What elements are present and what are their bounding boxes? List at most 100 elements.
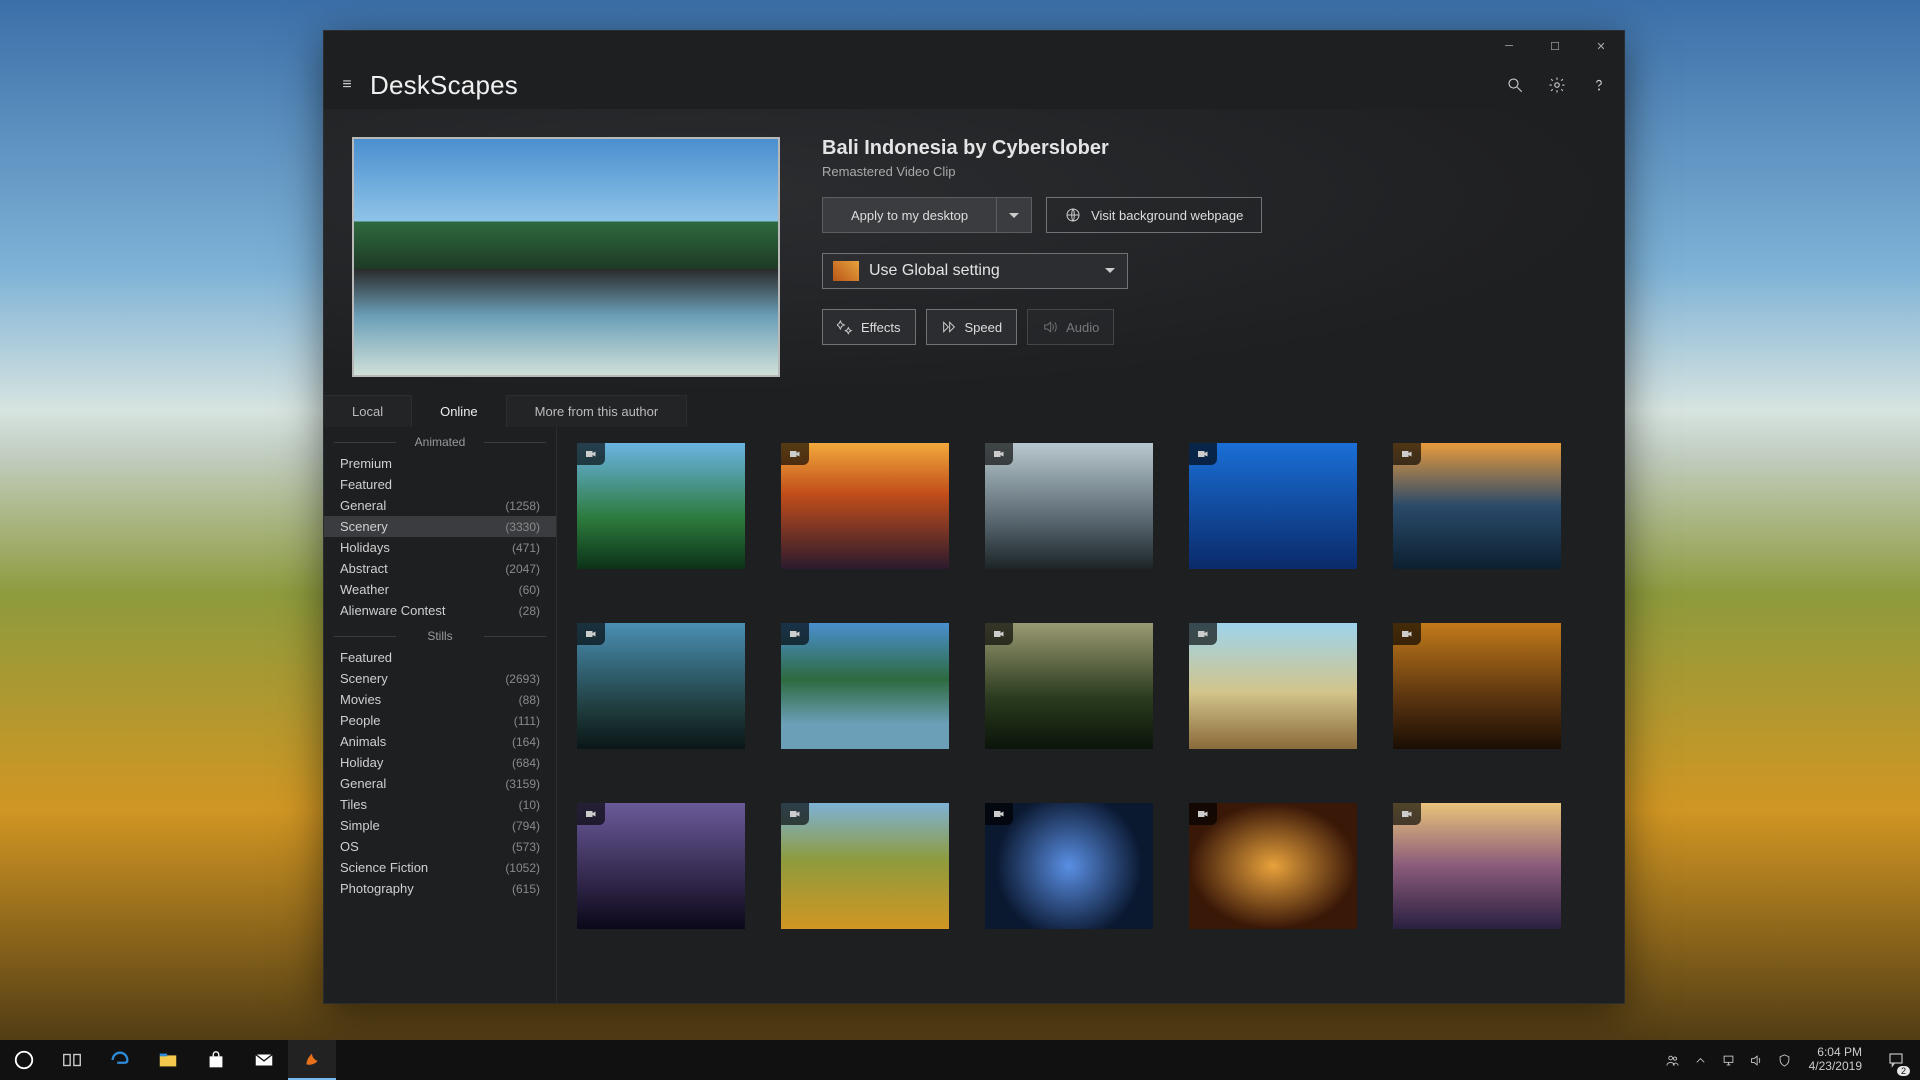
taskbar-mail[interactable] bbox=[240, 1040, 288, 1080]
effects-icon bbox=[837, 319, 853, 335]
taskbar-explorer[interactable] bbox=[144, 1040, 192, 1080]
sidebar-item[interactable]: Scenery(3330) bbox=[324, 516, 556, 537]
audio-icon bbox=[1042, 319, 1058, 335]
thumbnail[interactable] bbox=[1393, 443, 1561, 569]
sidebar-item[interactable]: Holidays(471) bbox=[324, 537, 556, 558]
app-title: DeskScapes bbox=[370, 70, 518, 101]
thumbnail[interactable] bbox=[577, 443, 745, 569]
sidebar-item-count: (3159) bbox=[505, 777, 540, 791]
sidebar-item-label: Alienware Contest bbox=[340, 603, 446, 618]
audio-label: Audio bbox=[1066, 320, 1099, 335]
sidebar-item-count: (794) bbox=[512, 819, 540, 833]
notification-badge: 2 bbox=[1897, 1066, 1910, 1076]
window-titlebar: ─ ☐ ✕ bbox=[324, 31, 1624, 61]
apply-button[interactable]: Apply to my desktop bbox=[822, 197, 996, 233]
search-icon[interactable] bbox=[1498, 68, 1532, 102]
thumbnail[interactable] bbox=[781, 803, 949, 929]
taskbar-deskscapes[interactable] bbox=[288, 1040, 336, 1080]
thumbnail[interactable] bbox=[781, 623, 949, 749]
sidebar-item[interactable]: Holiday(684) bbox=[324, 752, 556, 773]
tray-network-icon[interactable] bbox=[1717, 1040, 1741, 1080]
start-button[interactable] bbox=[0, 1040, 48, 1080]
sidebar-item-label: Scenery bbox=[340, 671, 388, 686]
sidebar-item[interactable]: Movies (88) bbox=[324, 689, 556, 710]
thumbnail[interactable] bbox=[1393, 803, 1561, 929]
sidebar-item[interactable]: Abstract(2047) bbox=[324, 558, 556, 579]
thumbnail[interactable] bbox=[985, 623, 1153, 749]
sidebar-item-count: (88) bbox=[519, 693, 540, 707]
thumbnail[interactable] bbox=[1393, 623, 1561, 749]
help-icon[interactable] bbox=[1582, 68, 1616, 102]
sidebar-item[interactable]: Featured bbox=[324, 647, 556, 668]
video-icon bbox=[781, 443, 809, 465]
video-icon bbox=[577, 443, 605, 465]
video-icon bbox=[985, 803, 1013, 825]
sidebar-item[interactable]: Featured bbox=[324, 474, 556, 495]
sidebar-item-label: Premium bbox=[340, 456, 392, 471]
thumbnail[interactable] bbox=[1189, 623, 1357, 749]
video-icon bbox=[781, 623, 809, 645]
sidebar-item-count: (10) bbox=[519, 798, 540, 812]
minimize-button[interactable]: ─ bbox=[1486, 31, 1532, 61]
thumbnail[interactable] bbox=[577, 803, 745, 929]
sidebar-item-label: Photography bbox=[340, 881, 414, 896]
effects-button[interactable]: Effects bbox=[822, 309, 916, 345]
thumbnail[interactable] bbox=[985, 443, 1153, 569]
tab-local[interactable]: Local bbox=[324, 395, 412, 427]
sidebar-item[interactable]: Scenery(2693) bbox=[324, 668, 556, 689]
visit-webpage-button[interactable]: Visit background webpage bbox=[1046, 197, 1262, 233]
menu-icon[interactable]: ≡ bbox=[332, 70, 362, 100]
sidebar-item-count: (615) bbox=[512, 882, 540, 896]
taskbar-edge[interactable] bbox=[96, 1040, 144, 1080]
thumbnail[interactable] bbox=[781, 443, 949, 569]
tray-volume-icon[interactable] bbox=[1745, 1040, 1769, 1080]
taskbar-clock[interactable]: 6:04 PM 4/23/2019 bbox=[1801, 1046, 1870, 1074]
sidebar-item[interactable]: Tiles(10) bbox=[324, 794, 556, 815]
thumbnail[interactable] bbox=[577, 623, 745, 749]
sidebar-item-count: (2047) bbox=[505, 562, 540, 576]
sidebar-item[interactable]: General(1258) bbox=[324, 495, 556, 516]
sidebar-item-count: (28) bbox=[519, 604, 540, 618]
video-icon bbox=[1393, 623, 1421, 645]
maximize-button[interactable]: ☐ bbox=[1532, 31, 1578, 61]
sidebar-item[interactable]: Photography (615) bbox=[324, 878, 556, 899]
tray-security-icon[interactable] bbox=[1773, 1040, 1797, 1080]
thumbnail[interactable] bbox=[985, 803, 1153, 929]
deskscapes-window: ─ ☐ ✕ ≡ DeskScapes Bali Indonesia by Cyb… bbox=[323, 30, 1625, 1004]
sidebar-item[interactable]: Alienware Contest (28) bbox=[324, 600, 556, 621]
sidebar-item-count: (684) bbox=[512, 756, 540, 770]
global-setting-dropdown[interactable]: Use Global setting bbox=[822, 253, 1128, 289]
clock-date: 4/23/2019 bbox=[1809, 1060, 1862, 1074]
global-setting-label: Use Global setting bbox=[869, 262, 1000, 280]
thumbnail[interactable] bbox=[1189, 803, 1357, 929]
sidebar-item[interactable]: Simple(794) bbox=[324, 815, 556, 836]
sidebar-item[interactable]: Premium bbox=[324, 453, 556, 474]
gear-icon[interactable] bbox=[1540, 68, 1574, 102]
apply-dropdown-arrow[interactable] bbox=[996, 197, 1032, 233]
tab-online[interactable]: Online bbox=[412, 395, 507, 427]
speed-button[interactable]: Speed bbox=[926, 309, 1018, 345]
tab-more-from-author[interactable]: More from this author bbox=[507, 395, 688, 427]
apply-button-group: Apply to my desktop bbox=[822, 197, 1032, 233]
tray-chevron-icon[interactable] bbox=[1689, 1040, 1713, 1080]
taskbar: 6:04 PM 4/23/2019 2 bbox=[0, 1040, 1920, 1080]
tray-people-icon[interactable] bbox=[1661, 1040, 1685, 1080]
action-center-button[interactable]: 2 bbox=[1874, 1040, 1918, 1080]
close-button[interactable]: ✕ bbox=[1578, 31, 1624, 61]
sidebar-item[interactable]: OS(573) bbox=[324, 836, 556, 857]
sidebar-item-label: Animals bbox=[340, 734, 386, 749]
taskbar-store[interactable] bbox=[192, 1040, 240, 1080]
sidebar-item[interactable]: People(111) bbox=[324, 710, 556, 731]
sidebar-item[interactable]: General(3159) bbox=[324, 773, 556, 794]
video-icon bbox=[781, 803, 809, 825]
speed-label: Speed bbox=[965, 320, 1003, 335]
sidebar-item[interactable]: Science Fiction(1052) bbox=[324, 857, 556, 878]
sidebar-item-label: Movies bbox=[340, 692, 381, 707]
sidebar-item[interactable]: Animals (164) bbox=[324, 731, 556, 752]
sidebar-item-count: (573) bbox=[512, 840, 540, 854]
thumbnail[interactable] bbox=[1189, 443, 1357, 569]
sidebar-item[interactable]: Weather(60) bbox=[324, 579, 556, 600]
task-view-button[interactable] bbox=[48, 1040, 96, 1080]
background-title: Bali Indonesia by Cyberslober bbox=[822, 137, 1596, 160]
sidebar-item-count: (164) bbox=[512, 735, 540, 749]
